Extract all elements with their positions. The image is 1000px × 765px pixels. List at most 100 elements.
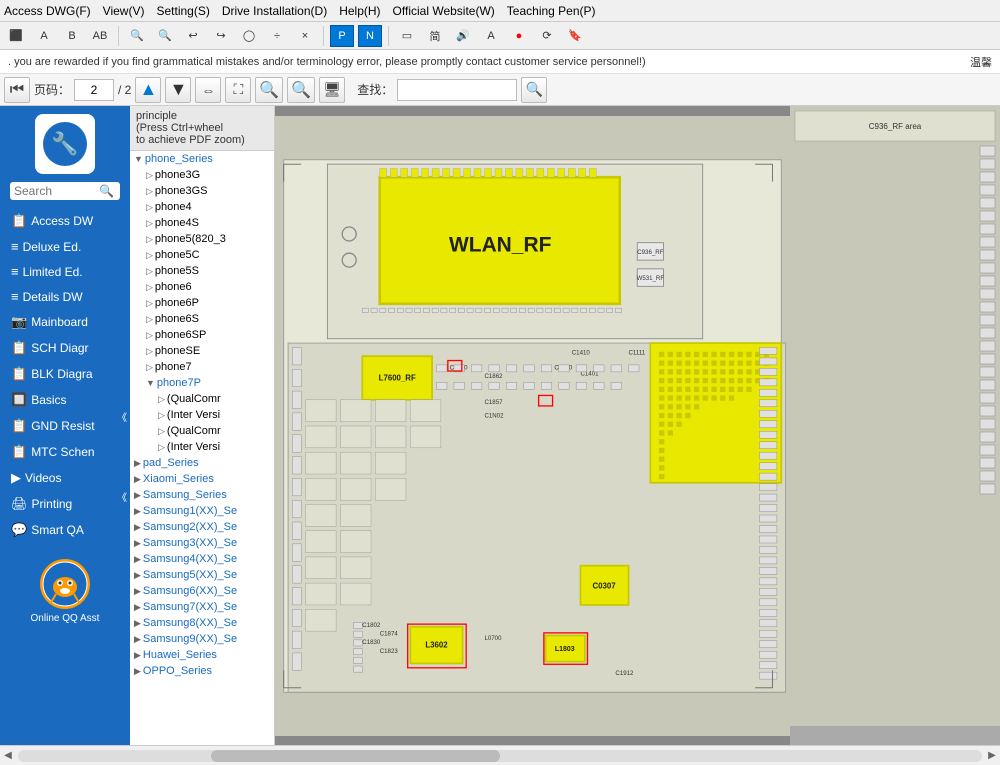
toolbar-bookmark[interactable]: 🔖 — [563, 25, 587, 47]
tree-node[interactable]: ▶Samsung6(XX)_Se — [130, 583, 274, 599]
pdf-zoom-out[interactable]: 🔍 — [287, 77, 315, 103]
search-input[interactable] — [14, 184, 99, 198]
sidebar-item-smart-qa[interactable]: 💬 Smart QA — [5, 518, 125, 542]
tree-node[interactable]: ▶Samsung2(XX)_Se — [130, 519, 274, 535]
tree-node[interactable]: ▶Xiaomi_Series — [130, 471, 274, 487]
bottom-scrollbar[interactable]: ◀ ▶ — [0, 745, 1000, 765]
toolbar-refresh[interactable]: ⟳ — [535, 25, 559, 47]
sidebar-item-deluxe-ed[interactable]: ≡ Deluxe Ed. — [5, 235, 125, 258]
toolbar-zoom-out[interactable]: 🔍 — [153, 25, 177, 47]
pdf-fit-page[interactable]: ⇔ — [195, 77, 221, 103]
sidebar-item-limited-ed[interactable]: ≡ Limited Ed. — [5, 260, 125, 283]
menu-teaching-pen[interactable]: Teaching Pen(P) — [507, 4, 596, 18]
tree-node[interactable]: ▷phoneSE — [130, 343, 274, 359]
toolbar-circle[interactable]: ◯ — [237, 25, 261, 47]
pdf-search-btn[interactable]: 🔍 — [521, 77, 547, 103]
toolbar-btn-p[interactable]: P — [330, 25, 354, 47]
sidebar-item-access-dw[interactable]: 📋 Access DW — [5, 209, 125, 233]
scroll-right-arrow[interactable]: ▶ — [984, 748, 1000, 764]
tree-node[interactable]: ▷phone3G — [130, 167, 274, 183]
sidebar-item-mtc-schen[interactable]: 📋 MTC Schen — [5, 440, 125, 464]
sidebar-item-sch-diagr[interactable]: 📋 SCH Diagr — [5, 336, 125, 360]
tree-node-label: Samsung7(XX)_Se — [143, 601, 237, 613]
toolbar-btn-n[interactable]: N — [358, 25, 382, 47]
toolbar-mul[interactable]: × — [293, 25, 317, 47]
tree-panel[interactable]: principle (Press Ctrl+wheel to achieve P… — [130, 106, 275, 745]
tree-node[interactable]: ▼phone7P — [130, 375, 274, 391]
scrollbar-thumb[interactable] — [211, 750, 500, 762]
sidebar-item-blk-diagra[interactable]: 📋 BLK Diagra — [5, 362, 125, 386]
menu-access-dwg[interactable]: Access DWG(F) — [4, 4, 91, 18]
tree-node[interactable]: ▷(Inter Versi — [130, 407, 274, 423]
tree-node[interactable]: ▷(QualComr — [130, 391, 274, 407]
tree-node[interactable]: ▷phone6P — [130, 295, 274, 311]
search-box[interactable]: 🔍 — [10, 182, 120, 200]
tree-node[interactable]: ▶Huawei_Series — [130, 647, 274, 663]
collapse-arrow-top[interactable]: 《 — [114, 396, 130, 436]
tree-container[interactable]: ▼phone_Series▷phone3G▷phone3GS▷phone4▷ph… — [130, 151, 274, 679]
scrollbar-track[interactable] — [18, 750, 982, 762]
tree-node[interactable]: ▶Samsung3(XX)_Se — [130, 535, 274, 551]
tree-node[interactable]: ▷phone3GS — [130, 183, 274, 199]
menu-official-website[interactable]: Official Website(W) — [393, 4, 495, 18]
pdf-first-page[interactable]: ⏮ — [4, 77, 30, 103]
tree-node[interactable]: ▷phone6 — [130, 279, 274, 295]
toolbar-btn-a[interactable]: A — [32, 25, 56, 47]
toolbar-redo[interactable]: ↪ — [209, 25, 233, 47]
collapse-arrow-bottom[interactable]: 《 — [114, 476, 130, 516]
toolbar-red[interactable]: ● — [507, 25, 531, 47]
sidebar-item-videos[interactable]: ▶ Videos — [5, 466, 125, 490]
tree-node[interactable]: ▷(QualComr — [130, 423, 274, 439]
menu-help[interactable]: Help(H) — [339, 4, 380, 18]
tree-node[interactable]: ▷phone4S — [130, 215, 274, 231]
sidebar-item-basics[interactable]: 🔲 Basics — [5, 388, 125, 412]
tree-node[interactable]: ▶Samsung4(XX)_Se — [130, 551, 274, 567]
pdf-prev-page[interactable]: ▲ — [135, 77, 161, 103]
tree-arrow-icon: ▷ — [146, 282, 153, 293]
tree-node[interactable]: ▷phone5(820_3 — [130, 231, 274, 247]
tree-node[interactable]: ▷phone6SP — [130, 327, 274, 343]
tree-arrow-icon: ▶ — [134, 506, 141, 517]
toolbar-btn-ab[interactable]: AB — [88, 25, 112, 47]
tree-node[interactable]: ▶pad_Series — [130, 455, 274, 471]
tree-node[interactable]: ▷phone5C — [130, 247, 274, 263]
pdf-fit-width[interactable]: ⛶ — [225, 77, 251, 103]
menu-setting[interactable]: Setting(S) — [156, 4, 209, 18]
tree-node[interactable]: ▶OPPO_Series — [130, 663, 274, 679]
sidebar-item-details-dw[interactable]: ≡ Details DW — [5, 285, 125, 308]
tree-node[interactable]: ▷phone7 — [130, 359, 274, 375]
toolbar-simple[interactable]: 简 — [423, 25, 447, 47]
scroll-left-arrow[interactable]: ◀ — [0, 748, 16, 764]
toolbar-div[interactable]: ÷ — [265, 25, 289, 47]
sidebar-item-gnd-resist[interactable]: 📋 GND Resist — [5, 414, 125, 438]
pdf-zoom-in[interactable]: 🔍 — [255, 77, 283, 103]
toolbar-btn-new[interactable]: ⬛ — [4, 25, 28, 47]
menu-drive-installation[interactable]: Drive Installation(D) — [222, 4, 327, 18]
sidebar-qq-section: Online QQ Asst — [31, 559, 100, 624]
tree-node[interactable]: ▷(Inter Versi — [130, 439, 274, 455]
tree-node[interactable]: ▷phone4 — [130, 199, 274, 215]
tree-node[interactable]: ▶Samsung7(XX)_Se — [130, 599, 274, 615]
menu-view[interactable]: View(V) — [103, 4, 145, 18]
pdf-page-input[interactable] — [74, 79, 114, 101]
toolbar-text[interactable]: A — [479, 25, 503, 47]
tree-node[interactable]: ▷phone6S — [130, 311, 274, 327]
pdf-search-label: 查找： — [357, 81, 393, 98]
toolbar-btn-b[interactable]: B — [60, 25, 84, 47]
tree-node[interactable]: ▶Samsung9(XX)_Se — [130, 631, 274, 647]
tree-node[interactable]: ▶Samsung5(XX)_Se — [130, 567, 274, 583]
sidebar-item-mainboard[interactable]: 📷 Mainboard — [5, 310, 125, 334]
tree-node[interactable]: ▼phone_Series — [130, 151, 274, 167]
toolbar-undo[interactable]: ↩ — [181, 25, 205, 47]
toolbar-rect[interactable]: ▭ — [395, 25, 419, 47]
toolbar-audio[interactable]: 🔊 — [451, 25, 475, 47]
tree-node[interactable]: ▶Samsung8(XX)_Se — [130, 615, 274, 631]
tree-node[interactable]: ▷phone5S — [130, 263, 274, 279]
pdf-next-page[interactable]: ▼ — [165, 77, 191, 103]
toolbar-zoom-in[interactable]: 🔍 — [125, 25, 149, 47]
sidebar-item-printing[interactable]: 🖨 Printing — [5, 492, 125, 516]
tree-node[interactable]: ▶Samsung1(XX)_Se — [130, 503, 274, 519]
pdf-search-input[interactable] — [397, 79, 517, 101]
pdf-fit-actual[interactable]: 🖥 — [319, 77, 345, 103]
tree-node[interactable]: ▶Samsung_Series — [130, 487, 274, 503]
